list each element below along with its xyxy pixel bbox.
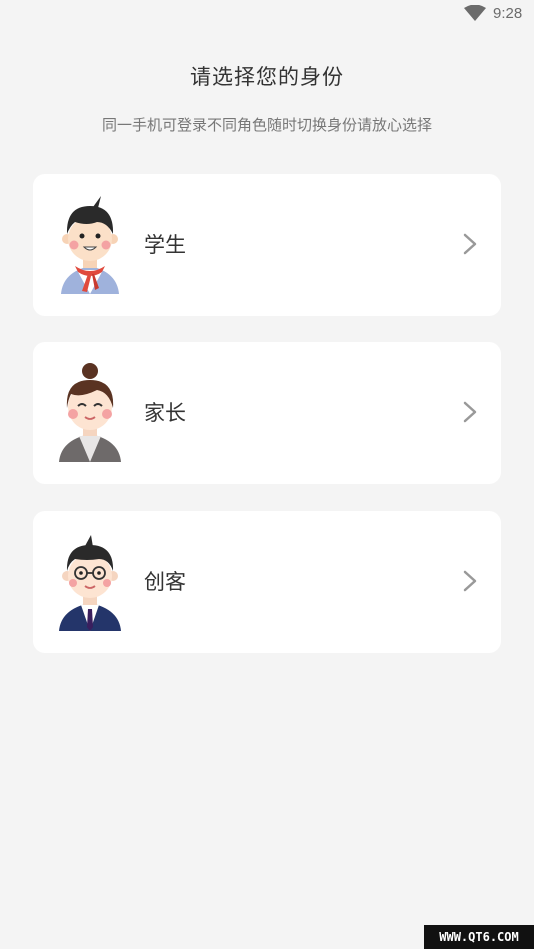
watermark: WWW.QT6.COM: [424, 925, 534, 949]
role-label-student: 学生: [144, 233, 186, 257]
role-card-maker[interactable]: 创客: [33, 511, 501, 653]
page-title: 请选择您的身份: [190, 65, 344, 89]
chevron-right-icon: [463, 570, 477, 592]
maker-avatar-icon: [59, 535, 121, 631]
parent-avatar-icon: [59, 363, 121, 462]
status-time: 9:28: [493, 5, 523, 22]
role-label-parent: 家长: [144, 401, 186, 425]
status-bar: 9:28: [0, 0, 534, 30]
role-label-maker: 创客: [144, 570, 186, 594]
page-subtitle: 同一手机可登录不同角色随时切换身份请放心选择: [101, 116, 432, 134]
chevron-right-icon: [463, 401, 477, 423]
student-avatar-icon: [61, 196, 119, 294]
chevron-right-icon: [463, 233, 477, 255]
wifi-icon: [464, 5, 486, 21]
role-card-student[interactable]: 学生: [33, 174, 501, 316]
role-card-parent[interactable]: 家长: [33, 342, 501, 484]
